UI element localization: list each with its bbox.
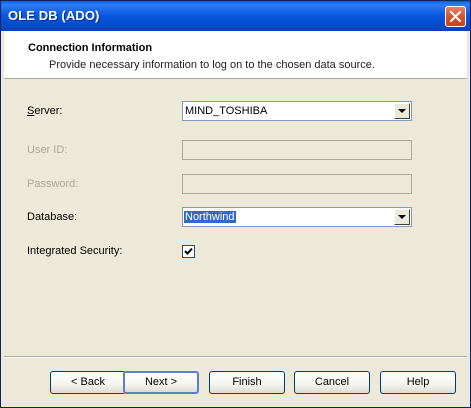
title-bar[interactable]: OLE DB (ADO) bbox=[1, 1, 470, 31]
header-subtitle: Provide necessary information to log on … bbox=[49, 59, 375, 71]
help-button[interactable]: Help bbox=[380, 371, 456, 394]
footer-separator bbox=[4, 356, 467, 358]
next-button[interactable]: Next > bbox=[123, 371, 199, 394]
header-title: Connection Information bbox=[28, 42, 153, 54]
user-id-label: User ID: bbox=[27, 144, 68, 156]
server-label-text: erver: bbox=[34, 105, 63, 117]
server-value: MIND_TOSHIBA bbox=[185, 105, 268, 117]
window-title: OLE DB (ADO) bbox=[8, 8, 100, 23]
password-label: Password: bbox=[27, 178, 79, 190]
wizard-header: Connection Information Provide necessary… bbox=[4, 31, 467, 79]
server-label: Server: bbox=[27, 105, 63, 117]
cancel-button[interactable]: Cancel bbox=[294, 371, 370, 394]
checkmark-icon bbox=[184, 247, 193, 255]
close-icon bbox=[450, 11, 461, 22]
database-label: Database: bbox=[27, 211, 78, 223]
integrated-security-checkbox[interactable] bbox=[182, 245, 195, 258]
finish-button[interactable]: Finish bbox=[209, 371, 285, 394]
dialog-window: OLE DB (ADO) Connection Information Prov… bbox=[0, 0, 471, 408]
database-value: Northwind bbox=[184, 211, 236, 223]
chevron-down-icon bbox=[398, 215, 406, 219]
back-button[interactable]: < Back bbox=[50, 371, 126, 394]
integrated-security-label: Integrated Security: bbox=[27, 245, 123, 257]
close-button[interactable] bbox=[445, 6, 466, 27]
server-dropdown-button[interactable] bbox=[394, 103, 410, 119]
chevron-down-icon bbox=[398, 109, 406, 113]
database-dropdown-button[interactable] bbox=[394, 209, 410, 225]
password-field[interactable] bbox=[182, 174, 412, 194]
server-combobox[interactable]: MIND_TOSHIBA bbox=[182, 101, 412, 121]
user-id-field[interactable] bbox=[182, 140, 412, 160]
database-combobox[interactable]: Northwind bbox=[182, 207, 412, 227]
